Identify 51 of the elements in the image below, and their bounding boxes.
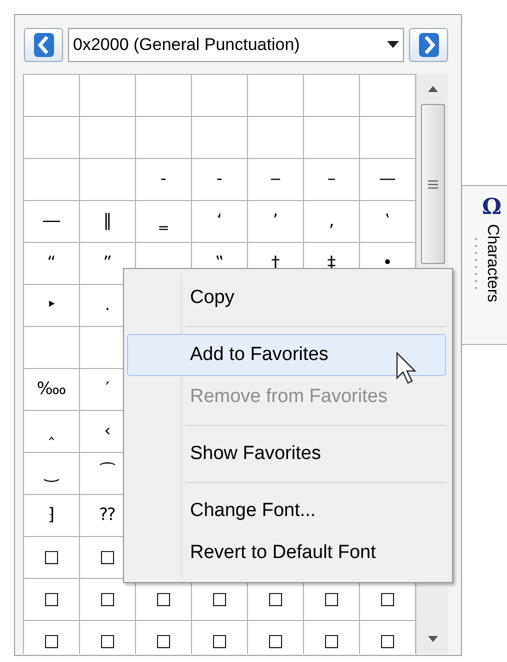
character-cell[interactable] (136, 117, 192, 159)
character-cell[interactable] (24, 75, 80, 117)
character-cell[interactable]: ‗ (136, 201, 192, 243)
character-cell[interactable]: ‖ (80, 201, 136, 243)
character-cell[interactable]: □ (80, 621, 136, 654)
character-cell[interactable]: □ (248, 621, 304, 654)
character-cell[interactable]: □ (24, 579, 80, 621)
character-cell[interactable]: □ (136, 621, 192, 654)
character-cell[interactable] (136, 75, 192, 117)
previous-button[interactable] (24, 28, 63, 62)
character-cell[interactable]: □ (24, 621, 80, 654)
character-cell[interactable]: □ (24, 537, 80, 579)
omega-icon: Ω (482, 196, 502, 218)
character-cell[interactable]: □ (304, 621, 360, 654)
character-cell[interactable]: ‱ (24, 369, 80, 411)
character-cell[interactable] (192, 75, 248, 117)
character-cell[interactable]: ⁆ (24, 495, 80, 537)
character-cell[interactable] (248, 117, 304, 159)
character-cell[interactable] (192, 117, 248, 159)
character-cell[interactable]: ‐ (136, 159, 192, 201)
block-dropdown[interactable]: 0x2000 (General Punctuation) (68, 28, 404, 62)
character-cell[interactable]: ― (24, 201, 80, 243)
character-cell[interactable]: ‚ (304, 201, 360, 243)
grip-icon (428, 180, 438, 188)
character-cell[interactable]: ‑ (192, 159, 248, 201)
character-cell[interactable]: – (304, 159, 360, 201)
character-cell[interactable] (304, 75, 360, 117)
scroll-down-icon[interactable] (428, 636, 438, 642)
character-cell[interactable] (80, 75, 136, 117)
character-cell[interactable]: ‘ (192, 201, 248, 243)
character-cell[interactable] (304, 117, 360, 159)
character-cell[interactable]: □ (192, 621, 248, 654)
character-cell[interactable] (24, 117, 80, 159)
character-cell[interactable]: ’ (248, 201, 304, 243)
character-cell[interactable] (248, 75, 304, 117)
character-cell[interactable]: ‸ (24, 411, 80, 453)
character-cell[interactable]: ‣ (24, 285, 80, 327)
character-cell[interactable] (80, 159, 136, 201)
menu-item[interactable]: Add to Favorites (127, 334, 446, 376)
characters-tab[interactable]: Ω Characters (462, 185, 507, 345)
scroll-up-icon[interactable] (428, 86, 438, 92)
caret-icon (387, 40, 399, 48)
character-cell[interactable]: ‿ (24, 453, 80, 495)
character-cell[interactable]: “ (24, 243, 80, 285)
character-cell[interactable] (80, 117, 136, 159)
character-cell[interactable]: ‒ (248, 159, 304, 201)
character-cell[interactable] (24, 159, 80, 201)
scrollbar-thumb[interactable] (420, 104, 444, 264)
next-button[interactable] (409, 28, 448, 62)
character-cell[interactable] (24, 327, 80, 369)
tab-label: Characters (484, 224, 500, 302)
